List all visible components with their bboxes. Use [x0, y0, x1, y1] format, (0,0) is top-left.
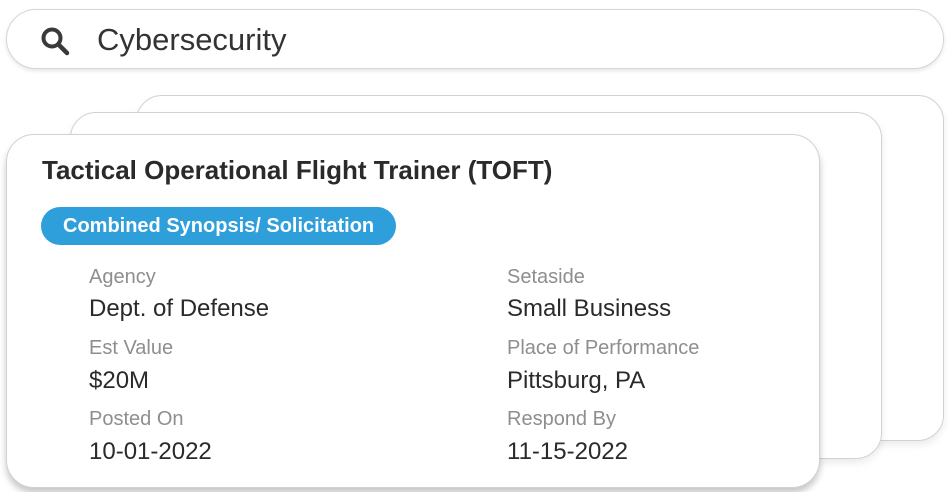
opportunity-title[interactable]: Tactical Operational Flight Trainer (TOF…: [42, 155, 552, 186]
setaside-value: Small Business: [507, 295, 672, 322]
place-of-performance-label: Place of Performance: [507, 337, 700, 359]
agency-label: Agency: [89, 266, 156, 288]
est-value-label: Est Value: [89, 337, 174, 359]
posted-on-label: Posted On: [89, 408, 184, 430]
est-value-value: $20M: [89, 367, 150, 394]
place-of-performance-value: Pittsburg, PA: [507, 367, 646, 394]
search-input[interactable]: [97, 20, 917, 60]
search-bar[interactable]: [6, 9, 944, 69]
setaside-label: Setaside: [507, 266, 585, 288]
posted-on-value: 10-01-2022: [89, 438, 212, 465]
opportunity-card[interactable]: Tactical Operational Flight Trainer (TOF…: [6, 134, 820, 488]
notice-type-badge: Combined Synopsis/ Solicitation: [41, 207, 397, 245]
respond-by-value: 11-15-2022: [507, 438, 628, 465]
respond-by-label: Respond By: [507, 408, 616, 430]
search-icon: [41, 27, 70, 56]
agency-value: Dept. of Defense: [89, 295, 270, 322]
